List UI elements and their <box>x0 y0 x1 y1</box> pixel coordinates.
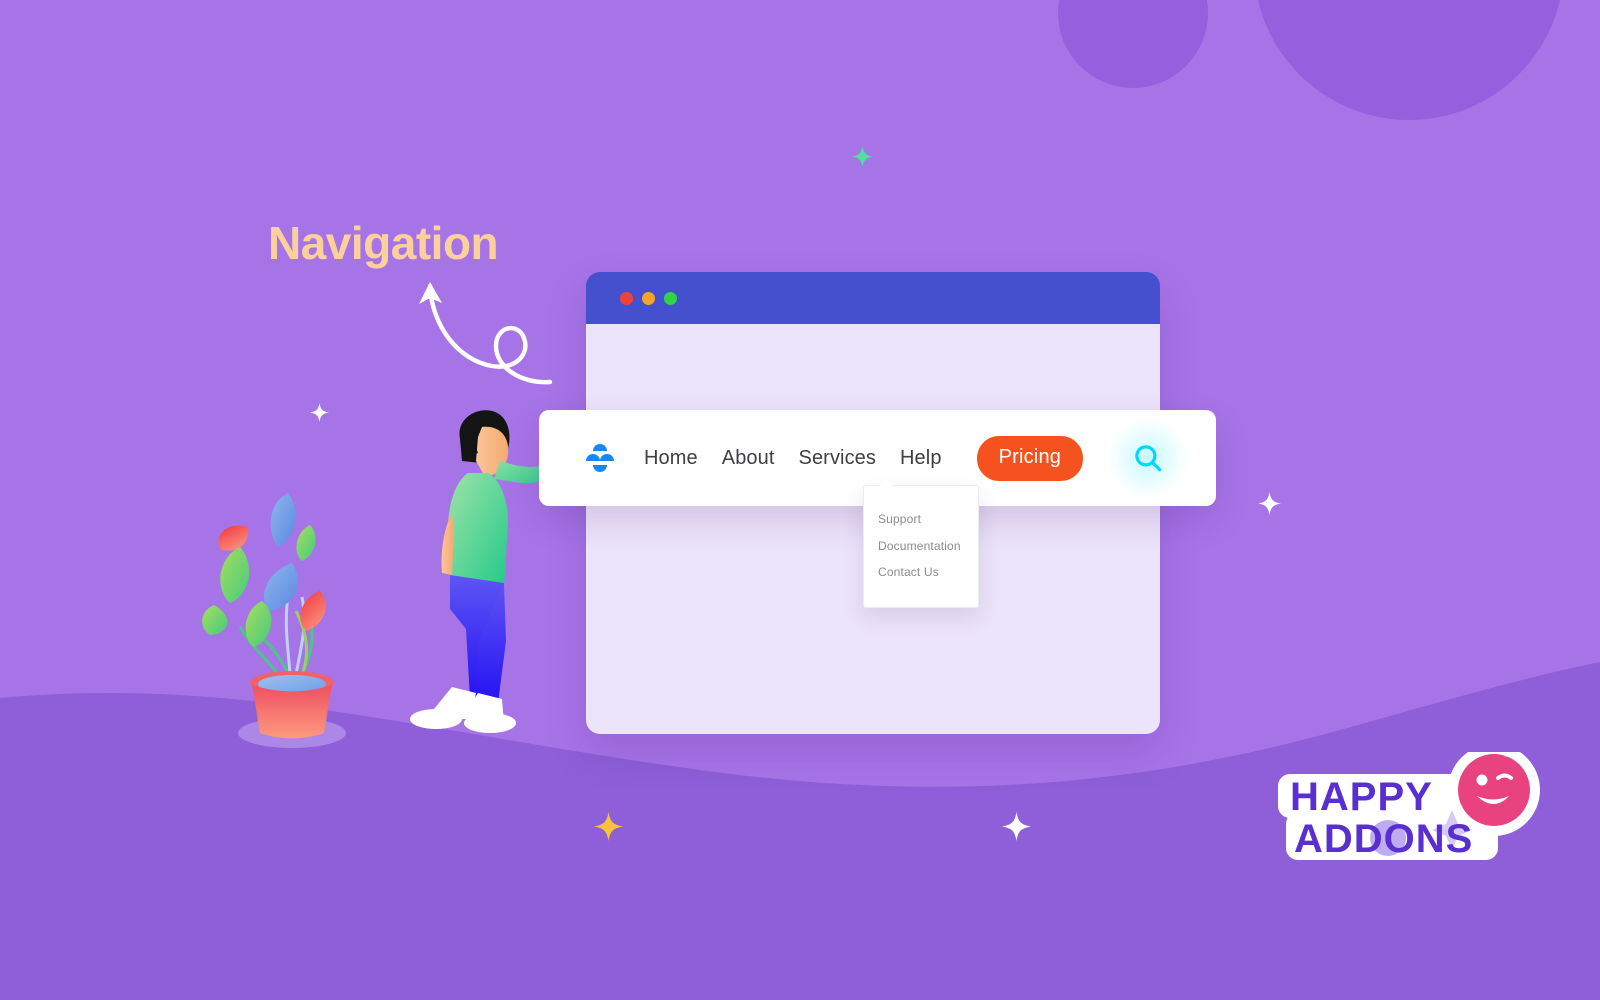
sparkle-green-icon <box>852 146 873 167</box>
minimize-icon[interactable] <box>642 291 655 305</box>
nav-link-home[interactable]: Home <box>644 447 698 470</box>
potted-plant-illustration <box>202 493 346 748</box>
dropdown-item-support[interactable]: Support <box>878 506 978 533</box>
help-dropdown-menu: Support Documentation Contact Us <box>863 478 979 608</box>
curly-arrow-icon <box>419 282 553 385</box>
happy-addons-logo: HAPPY ADDONS <box>1278 752 1540 861</box>
sparkle-white-right-icon <box>1258 492 1281 515</box>
watermark-line1: HAPPY <box>1290 775 1433 819</box>
watermark-line2: ADDONS <box>1294 817 1473 861</box>
decorative-circle-small <box>1058 0 1208 88</box>
happy-face-icon <box>1458 754 1530 826</box>
petal-cluster-logo-icon[interactable] <box>583 441 617 475</box>
search-button[interactable] <box>1106 416 1191 500</box>
sparkle-white-small-icon <box>310 403 329 422</box>
decorative-circle-large <box>1254 0 1564 120</box>
close-icon[interactable] <box>620 291 633 305</box>
nav-link-about[interactable]: About <box>722 447 775 470</box>
sparkle-gold-icon <box>594 812 623 841</box>
maximize-icon[interactable] <box>664 291 677 305</box>
search-icon <box>1135 445 1162 472</box>
nav-link-help[interactable]: Help <box>900 447 942 470</box>
pricing-button[interactable]: Pricing <box>976 435 1084 481</box>
browser-titlebar <box>586 272 1160 324</box>
sparkle-white-bottom-icon <box>1002 812 1031 841</box>
dropdown-item-contact-us[interactable]: Contact Us <box>878 559 978 586</box>
nav-link-list: Home About Services Help Pricing <box>644 435 1084 481</box>
nav-link-services[interactable]: Services <box>799 447 877 470</box>
dropdown-item-documentation[interactable]: Documentation <box>878 533 978 560</box>
